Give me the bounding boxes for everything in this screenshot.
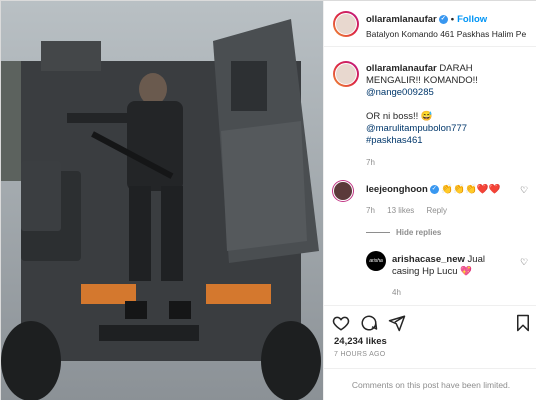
caption-username[interactable]: ollaramlanaufar bbox=[366, 63, 437, 74]
comment-like-heart-icon[interactable]: ♡ bbox=[520, 185, 528, 196]
comment-icon[interactable] bbox=[360, 314, 378, 332]
comments-limited-notice: Comments on this post have been limited. bbox=[324, 368, 536, 400]
reply-avatar[interactable]: arisha bbox=[366, 251, 386, 271]
post-photo-image bbox=[1, 1, 323, 400]
follow-button[interactable]: Follow bbox=[457, 14, 487, 25]
post-details-panel: ollaramlanaufar ✓ • Follow Batalyon Komando… bbox=[323, 1, 536, 400]
caption-text-2: OR ni boss!! 😅 bbox=[366, 111, 433, 122]
post-photo bbox=[1, 1, 323, 400]
comment-text: 👏👏👏❤️❤️ bbox=[441, 184, 501, 195]
caption-avatar[interactable] bbox=[333, 61, 359, 87]
caption-hashtag[interactable]: #paskhas461 bbox=[366, 135, 423, 146]
comment-username[interactable]: leejeonghoon bbox=[366, 184, 428, 195]
comment-likes[interactable]: 13 likes bbox=[387, 206, 414, 215]
comment-time: 7h bbox=[366, 206, 375, 215]
post-time-ago[interactable]: 7 HOURS AGO bbox=[334, 351, 386, 358]
author-avatar[interactable] bbox=[333, 11, 359, 37]
instagram-post: ollaramlanaufar ✓ • Follow Batalyon Komando… bbox=[0, 0, 536, 400]
caption-mention-2[interactable]: @marulitampubolon777 bbox=[366, 123, 467, 134]
hide-replies-button[interactable]: Hide replies bbox=[396, 228, 441, 237]
comment-avatar[interactable] bbox=[333, 181, 353, 201]
reply-time: 4h bbox=[392, 288, 401, 297]
comment-verified-icon: ✓ bbox=[429, 184, 439, 194]
reply-body: arishacase_new Jual casing Hp Lucu 💖 bbox=[392, 254, 512, 278]
caption-time: 7h bbox=[366, 158, 375, 167]
heart-icon[interactable] bbox=[332, 314, 350, 332]
verified-badge-icon: ✓ bbox=[438, 14, 448, 24]
comment-meta: 7h 13 likes Reply bbox=[366, 206, 457, 215]
post-caption: ollaramlanaufar DARAH MENGALIR!! KOMANDO… bbox=[366, 63, 526, 147]
reply-username[interactable]: arishacase_new bbox=[392, 254, 465, 265]
likes-count[interactable]: 24,234 likes bbox=[334, 336, 387, 347]
author-line: ollaramlanaufar ✓ • Follow bbox=[366, 14, 487, 25]
replies-divider bbox=[366, 232, 390, 233]
caption-mention-1[interactable]: @nange009285 bbox=[366, 87, 434, 98]
reply-like-heart-icon[interactable]: ♡ bbox=[520, 257, 528, 268]
comment-body: leejeonghoon ✓ 👏👏👏❤️❤️ bbox=[366, 184, 501, 195]
post-header: ollaramlanaufar ✓ • Follow Batalyon Komando… bbox=[324, 1, 536, 47]
author-username[interactable]: ollaramlanaufar bbox=[366, 14, 437, 25]
bookmark-icon[interactable] bbox=[514, 314, 532, 332]
separator-dot: • bbox=[450, 14, 455, 25]
share-icon[interactable] bbox=[388, 314, 406, 332]
comment-reply-button[interactable]: Reply bbox=[427, 206, 447, 215]
post-location[interactable]: Batalyon Komando 461 Paskhas Halim Perda… bbox=[366, 29, 526, 39]
